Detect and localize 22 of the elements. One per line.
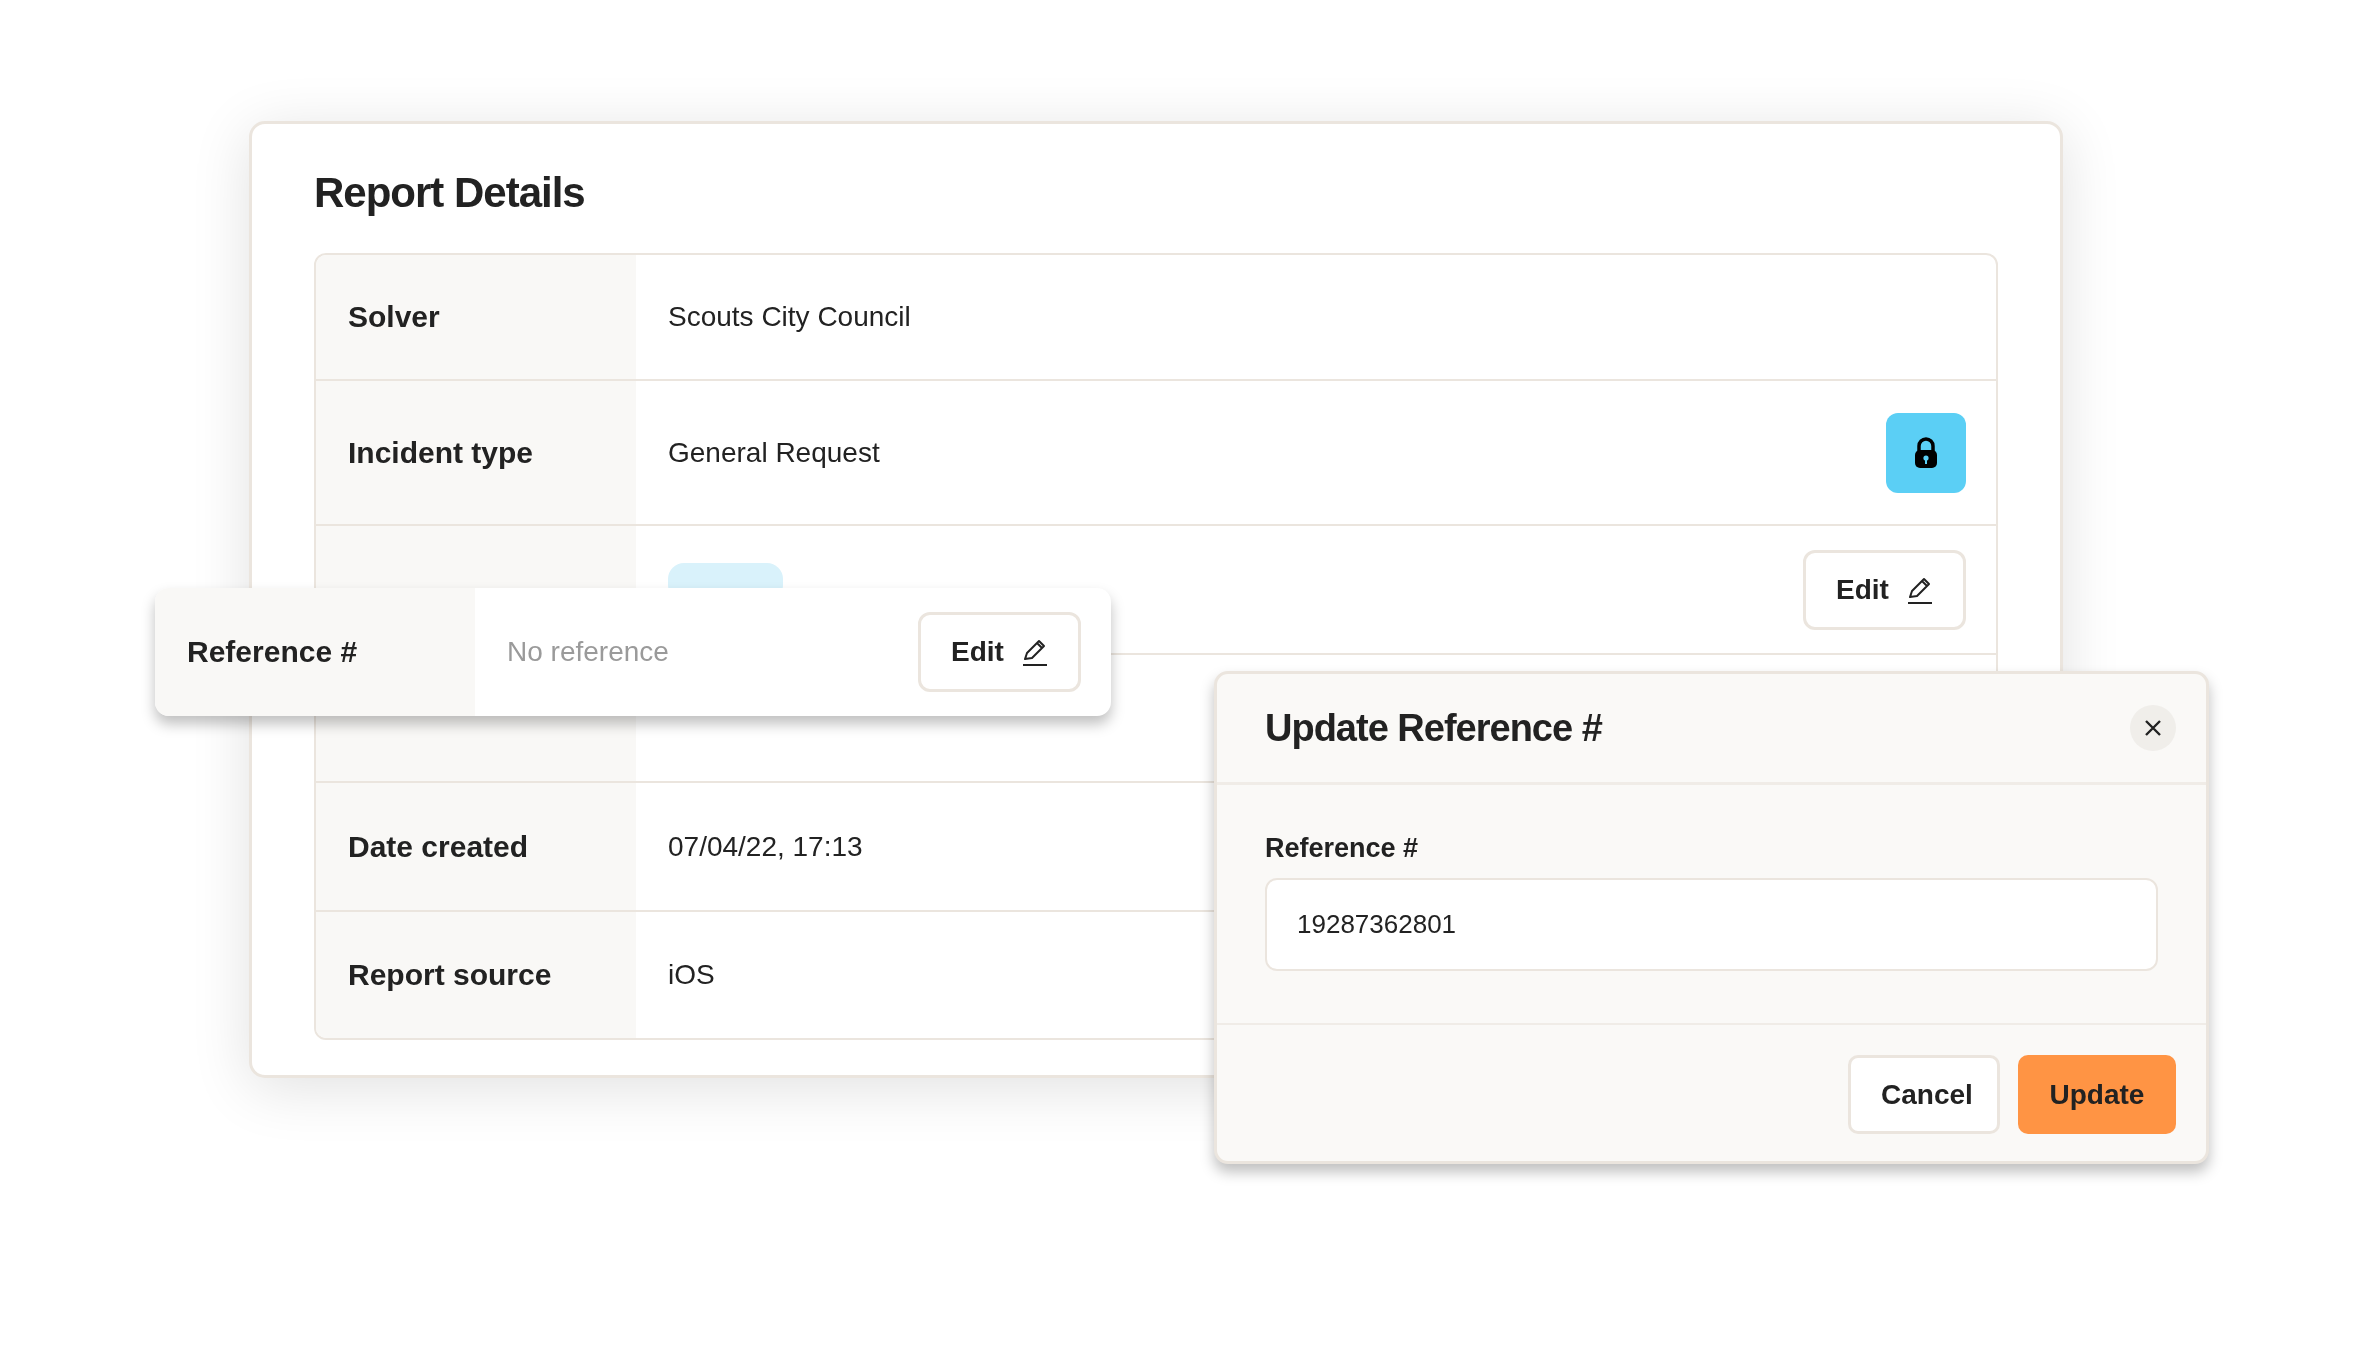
field-label: Incident type — [316, 381, 636, 524]
field-value: 07/04/22, 17:13 — [668, 830, 863, 863]
field-label: Date created — [316, 783, 636, 910]
field-value: Scouts City Council — [668, 301, 911, 333]
field-label: Report source — [316, 912, 636, 1038]
card-title: Report Details — [314, 169, 586, 217]
field-label: Solver — [316, 255, 636, 379]
edit-button[interactable]: Edit — [918, 612, 1081, 692]
update-button[interactable]: Update — [2018, 1055, 2176, 1134]
cancel-button[interactable]: Cancel — [1848, 1055, 2000, 1134]
close-icon — [2144, 719, 2162, 737]
reference-input[interactable]: 19287362801 — [1265, 878, 2158, 971]
field-value: iOS — [668, 959, 715, 991]
lock-button[interactable] — [1886, 412, 1966, 493]
field-value: General Request — [668, 436, 880, 469]
field-label: Reference # — [1265, 833, 1420, 864]
dialog-title: Update Reference # — [1265, 706, 1602, 750]
edit-button[interactable]: Edit — [1803, 549, 1966, 630]
field-label: Reference # — [155, 588, 475, 716]
placeholder-text: No reference — [507, 636, 669, 668]
close-button[interactable] — [2130, 705, 2176, 751]
lock-icon — [1913, 436, 1939, 469]
